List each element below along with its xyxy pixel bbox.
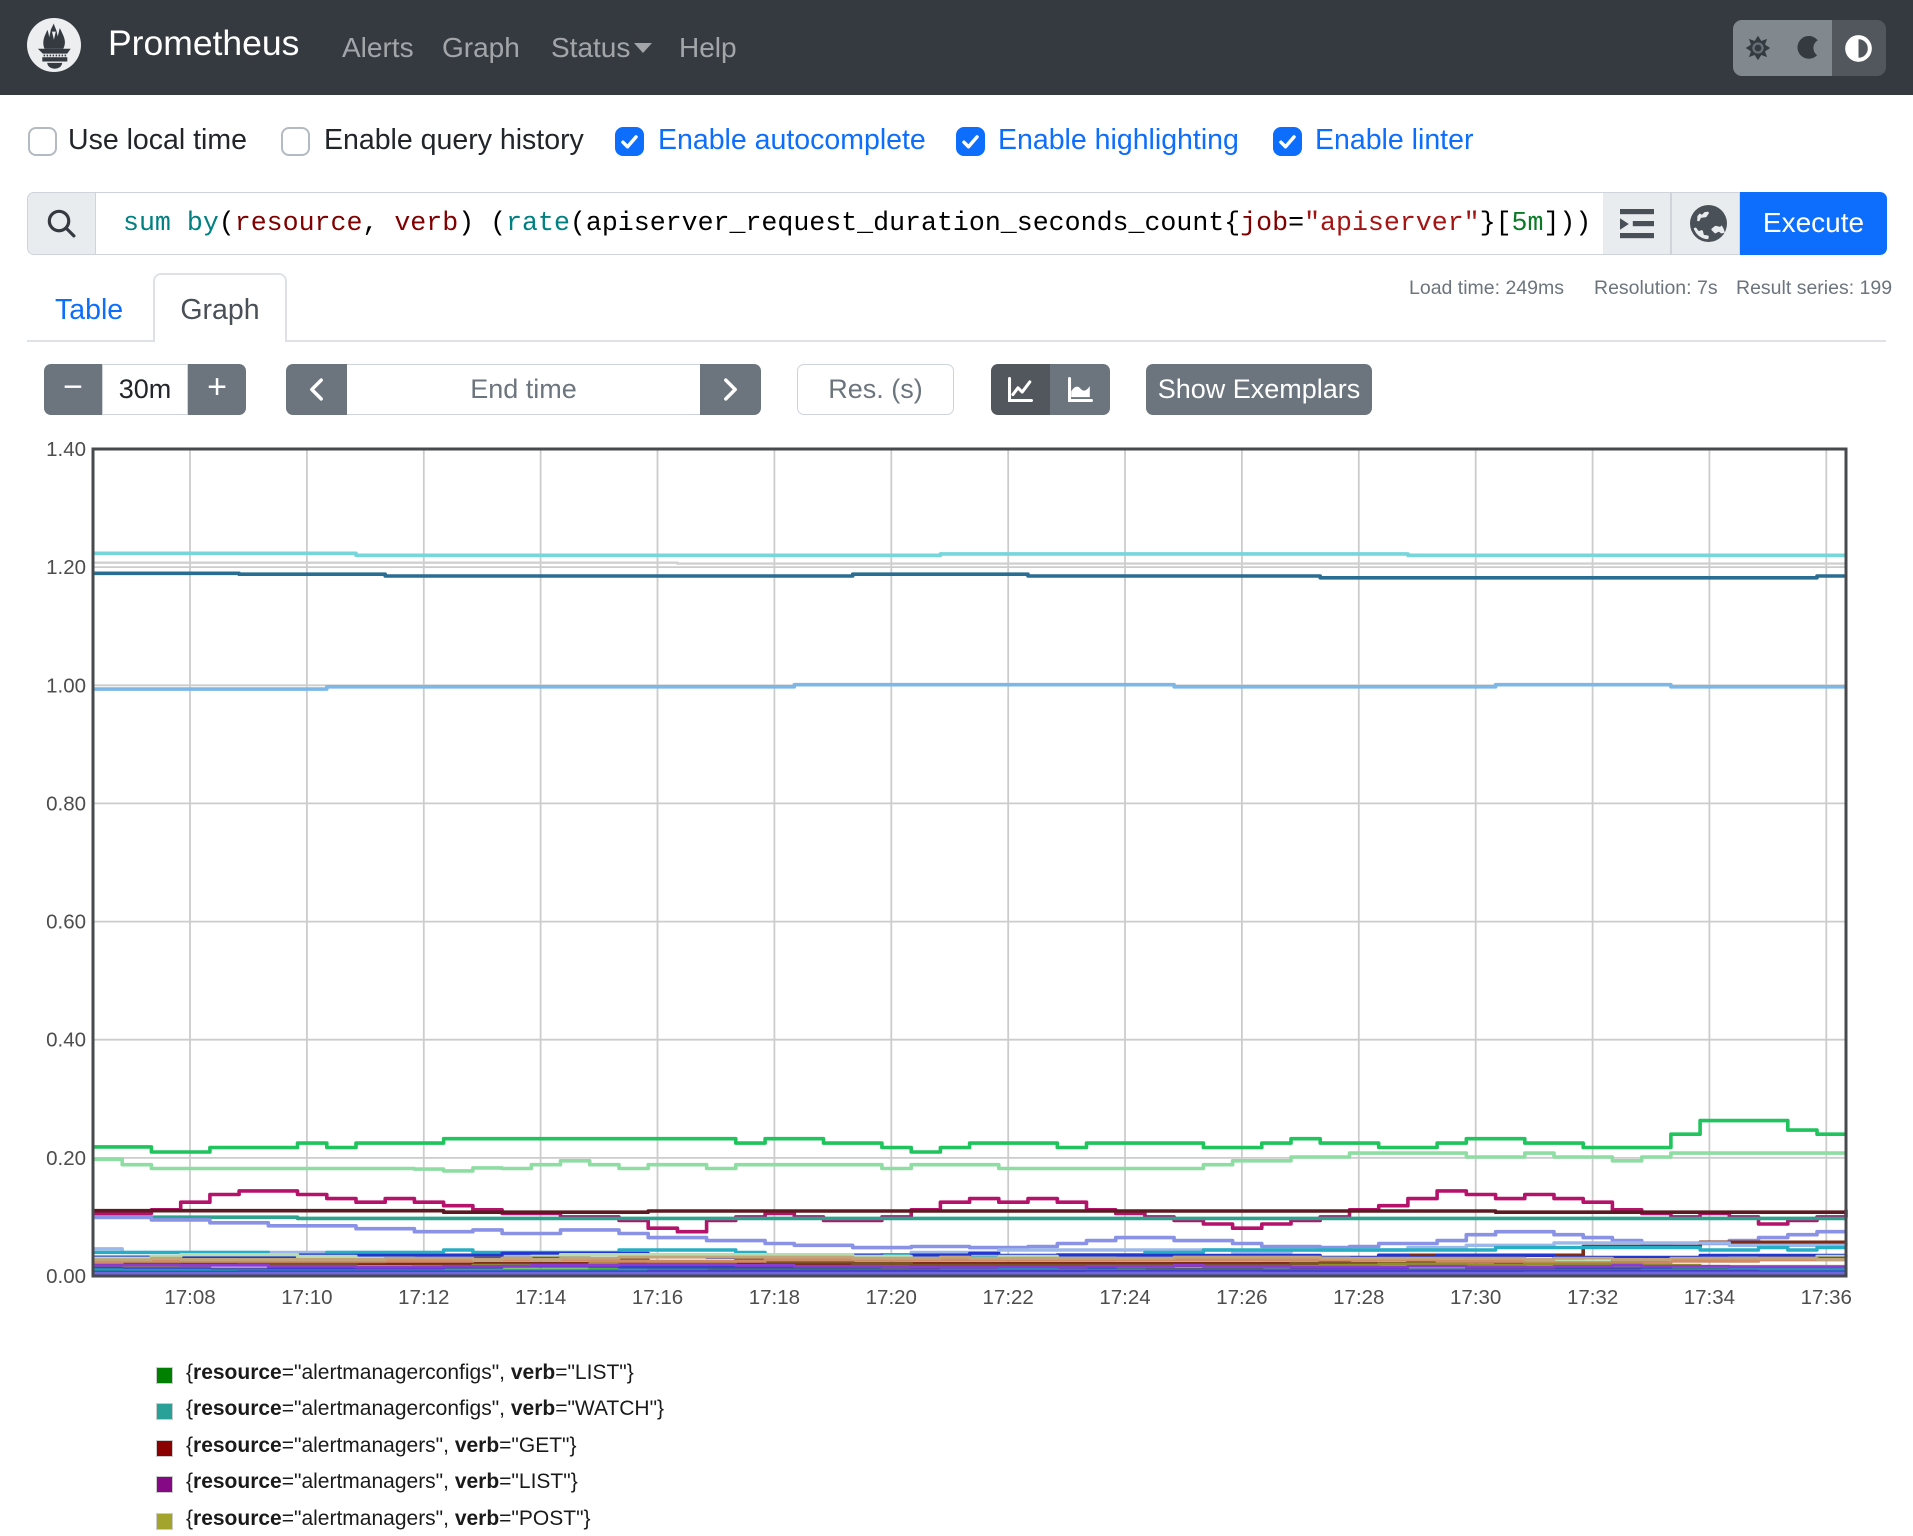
- svg-text:1.40: 1.40: [46, 438, 86, 461]
- svg-text:17:10: 17:10: [281, 1286, 332, 1309]
- svg-text:17:16: 17:16: [632, 1286, 683, 1309]
- svg-text:17:32: 17:32: [1567, 1286, 1618, 1309]
- svg-text:17:22: 17:22: [983, 1286, 1034, 1309]
- svg-text:0.80: 0.80: [46, 792, 86, 815]
- svg-text:17:34: 17:34: [1684, 1286, 1735, 1309]
- svg-text:1.20: 1.20: [46, 556, 86, 579]
- svg-text:17:24: 17:24: [1099, 1286, 1150, 1309]
- svg-text:17:26: 17:26: [1216, 1286, 1267, 1309]
- svg-text:17:28: 17:28: [1333, 1286, 1384, 1309]
- svg-text:17:14: 17:14: [515, 1286, 566, 1309]
- svg-text:17:20: 17:20: [866, 1286, 917, 1309]
- svg-text:17:36: 17:36: [1801, 1286, 1852, 1309]
- svg-text:0.20: 0.20: [46, 1147, 86, 1170]
- svg-text:0.40: 0.40: [46, 1029, 86, 1052]
- svg-text:17:08: 17:08: [164, 1286, 215, 1309]
- svg-text:17:12: 17:12: [398, 1286, 449, 1309]
- svg-text:1.00: 1.00: [46, 674, 86, 697]
- svg-text:17:30: 17:30: [1450, 1286, 1501, 1309]
- svg-text:0.00: 0.00: [46, 1265, 86, 1288]
- svg-text:17:18: 17:18: [749, 1286, 800, 1309]
- svg-text:0.60: 0.60: [46, 911, 86, 934]
